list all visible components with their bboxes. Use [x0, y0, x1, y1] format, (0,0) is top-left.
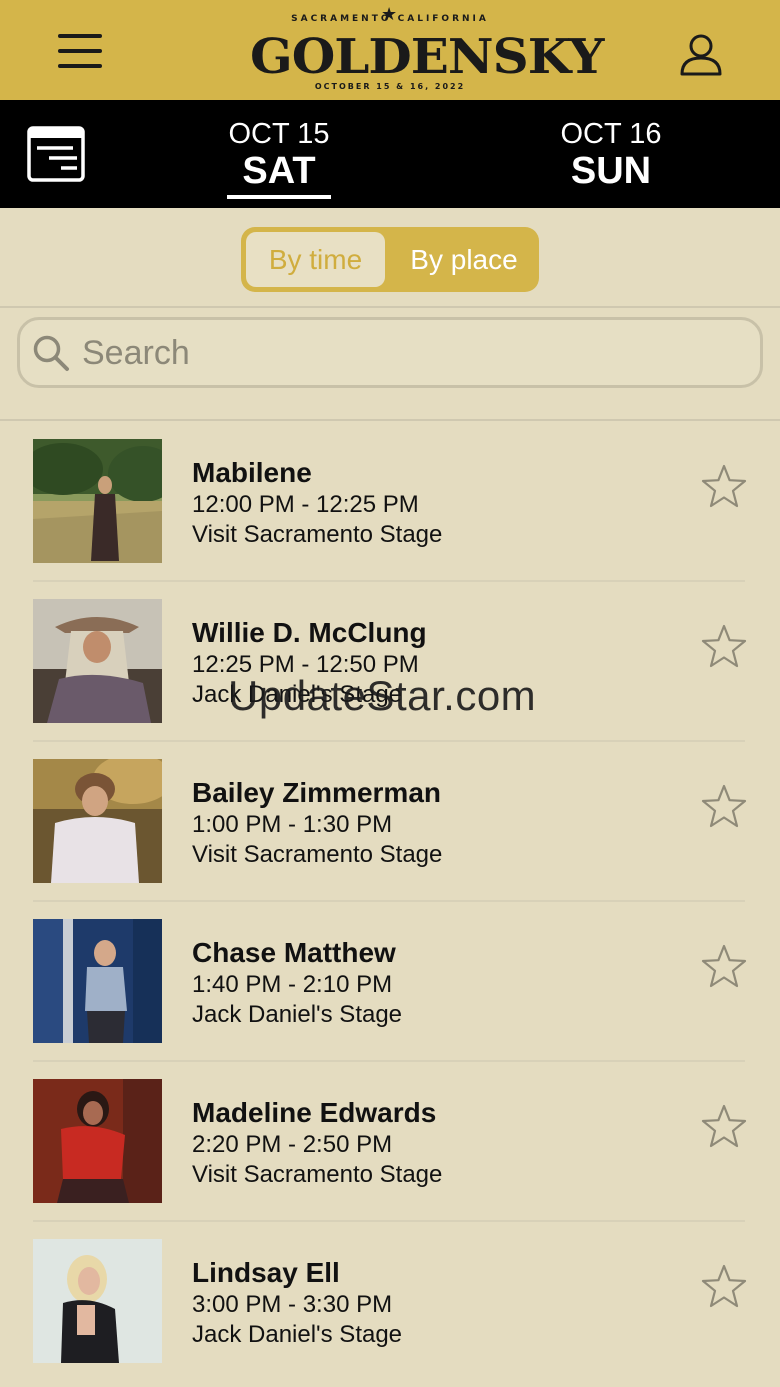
stage-name: Jack Daniel's Stage	[192, 1321, 403, 1348]
artist-name: Madeline Edwards	[192, 1097, 437, 1128]
logo-bottom-text: OCTOBER 15 & 16, 2022	[314, 82, 466, 91]
performance-row[interactable]: Chase Matthew 1:40 PM - 2:10 PM Jack Dan…	[0, 901, 780, 1062]
selected-day-indicator	[227, 195, 331, 199]
star-icon[interactable]	[700, 623, 748, 669]
artist-photo	[33, 759, 162, 883]
star-icon[interactable]	[700, 783, 748, 829]
performance-row[interactable]: Lindsay Ell 3:00 PM - 3:30 PM Jack Danie…	[0, 1221, 780, 1381]
performance-row[interactable]: Madeline Edwards 2:20 PM - 2:50 PM Visit…	[0, 1061, 780, 1222]
logo-main-text: GOLDENSKY	[250, 28, 605, 85]
menu-button[interactable]	[58, 34, 102, 74]
stage-name: Visit Sacramento Stage	[192, 1161, 443, 1188]
artist-photo	[33, 439, 162, 563]
artist-photo	[33, 1239, 162, 1363]
performance-time: 1:00 PM - 1:30 PM	[192, 811, 393, 838]
day-name: SAT	[242, 150, 316, 192]
menu-icon-line	[58, 34, 102, 38]
day-tab-sun[interactable]: OCT 16 SUN	[548, 118, 674, 192]
day-date: OCT 16	[560, 118, 662, 150]
search-input[interactable]	[82, 328, 722, 378]
artist-name: Lindsay Ell	[192, 1257, 340, 1288]
day-name: SUN	[570, 150, 652, 192]
star-icon[interactable]	[700, 1103, 748, 1149]
artist-name: Willie D. McClung	[192, 617, 427, 648]
watermark-text: UpdateStar.com	[228, 672, 537, 719]
menu-icon-line	[58, 49, 102, 53]
star-icon[interactable]	[700, 463, 748, 509]
day-date: OCT 15	[228, 118, 330, 150]
performance-time: 12:00 PM - 12:25 PM	[192, 491, 419, 518]
artist-photo	[33, 599, 162, 723]
performance-time: 1:40 PM - 2:10 PM	[192, 971, 393, 998]
artist-photo	[33, 919, 162, 1043]
artist-name: Chase Matthew	[192, 937, 396, 968]
artist-name: Mabilene	[192, 457, 312, 488]
stage-name: Visit Sacramento Stage	[192, 521, 443, 548]
goldensky-logo: ★ SACRAMENTO CALIFORNIA GOLDENSKY OCTOBE…	[250, 4, 605, 96]
artist-photo	[33, 1079, 162, 1203]
day-tab-sat[interactable]: OCT 15 SAT	[218, 118, 340, 192]
star-icon[interactable]	[700, 943, 748, 989]
divider	[0, 306, 780, 308]
logo-top-text: SACRAMENTO CALIFORNIA	[291, 14, 489, 24]
stage-name: Jack Daniel's Stage	[192, 1001, 403, 1028]
performance-row[interactable]: Bailey Zimmerman 1:00 PM - 1:30 PM Visit…	[0, 741, 780, 902]
performance-row[interactable]: Mabilene 12:00 PM - 12:25 PM Visit Sacra…	[0, 421, 780, 582]
search-icon	[32, 334, 70, 372]
by-place-button[interactable]: By place	[392, 232, 536, 287]
artist-name: Bailey Zimmerman	[192, 777, 441, 808]
profile-icon[interactable]	[676, 30, 726, 80]
performance-time: 3:00 PM - 3:30 PM	[192, 1291, 393, 1318]
stage-name: Visit Sacramento Stage	[192, 841, 443, 868]
by-time-button[interactable]: By time	[246, 232, 385, 287]
filter-icon[interactable]	[27, 126, 85, 182]
menu-icon-line	[58, 64, 102, 68]
star-icon[interactable]	[700, 1263, 748, 1309]
performance-time: 2:20 PM - 2:50 PM	[192, 1131, 393, 1158]
